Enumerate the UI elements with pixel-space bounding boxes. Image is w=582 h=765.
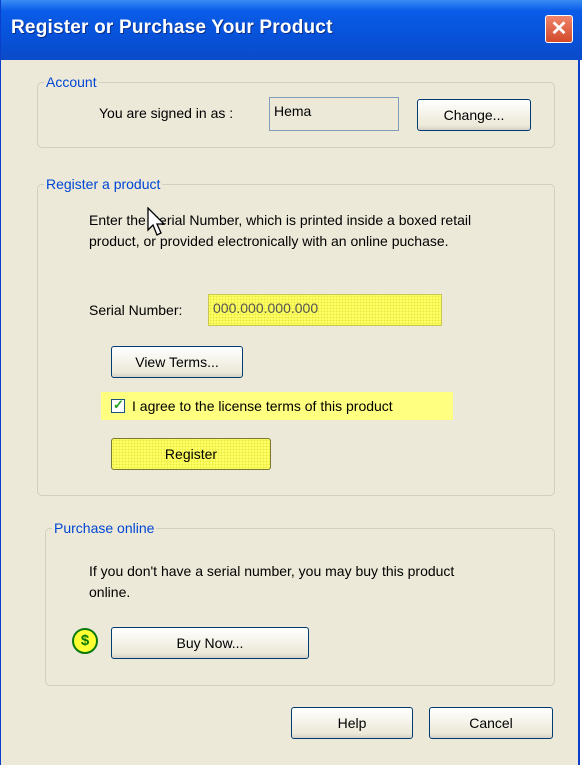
mouse-cursor-icon [147,207,166,236]
change-button[interactable]: Change... [417,99,531,131]
change-button-label: Change... [443,107,505,123]
close-button[interactable]: ✕ [545,15,573,43]
help-button[interactable]: Help [291,707,413,739]
buy-now-label: Buy Now... [176,635,244,651]
register-button[interactable]: Register [111,438,271,470]
checkmark-icon: ✓ [113,397,124,412]
title-bar[interactable]: Register or Purchase Your Product ✕ [1,0,582,60]
register-button-label: Register [164,446,218,462]
dollar-symbol: $ [80,632,90,649]
window-title: Register or Purchase Your Product [11,17,333,38]
help-button-label: Help [337,715,367,731]
cancel-button-label: Cancel [469,715,513,731]
dialog-window: Register or Purchase Your Product ✕ Acco… [0,0,582,765]
view-terms-button[interactable]: View Terms... [111,346,243,378]
buy-now-button[interactable]: Buy Now... [111,627,309,659]
username-field: Hema [269,97,399,131]
serial-number-input[interactable]: 000.000.000.000 [208,294,442,326]
close-icon: ✕ [550,18,568,40]
purchase-legend: Purchase online [54,520,155,536]
cancel-button[interactable]: Cancel [429,707,553,739]
account-legend: Account [46,74,97,90]
purchase-group: Purchase online [45,520,555,686]
register-legend: Register a product [46,176,161,192]
signed-in-label: You are signed in as : [99,105,234,121]
agree-label[interactable]: I agree to the license terms of this pro… [132,398,393,414]
agree-checkbox[interactable]: ✓ [111,397,125,413]
serial-number-label: Serial Number: [89,302,183,318]
dollar-icon: $ [72,628,98,654]
view-terms-label: View Terms... [135,354,219,370]
purchase-description: If you don't have a serial number, you m… [89,563,455,600]
